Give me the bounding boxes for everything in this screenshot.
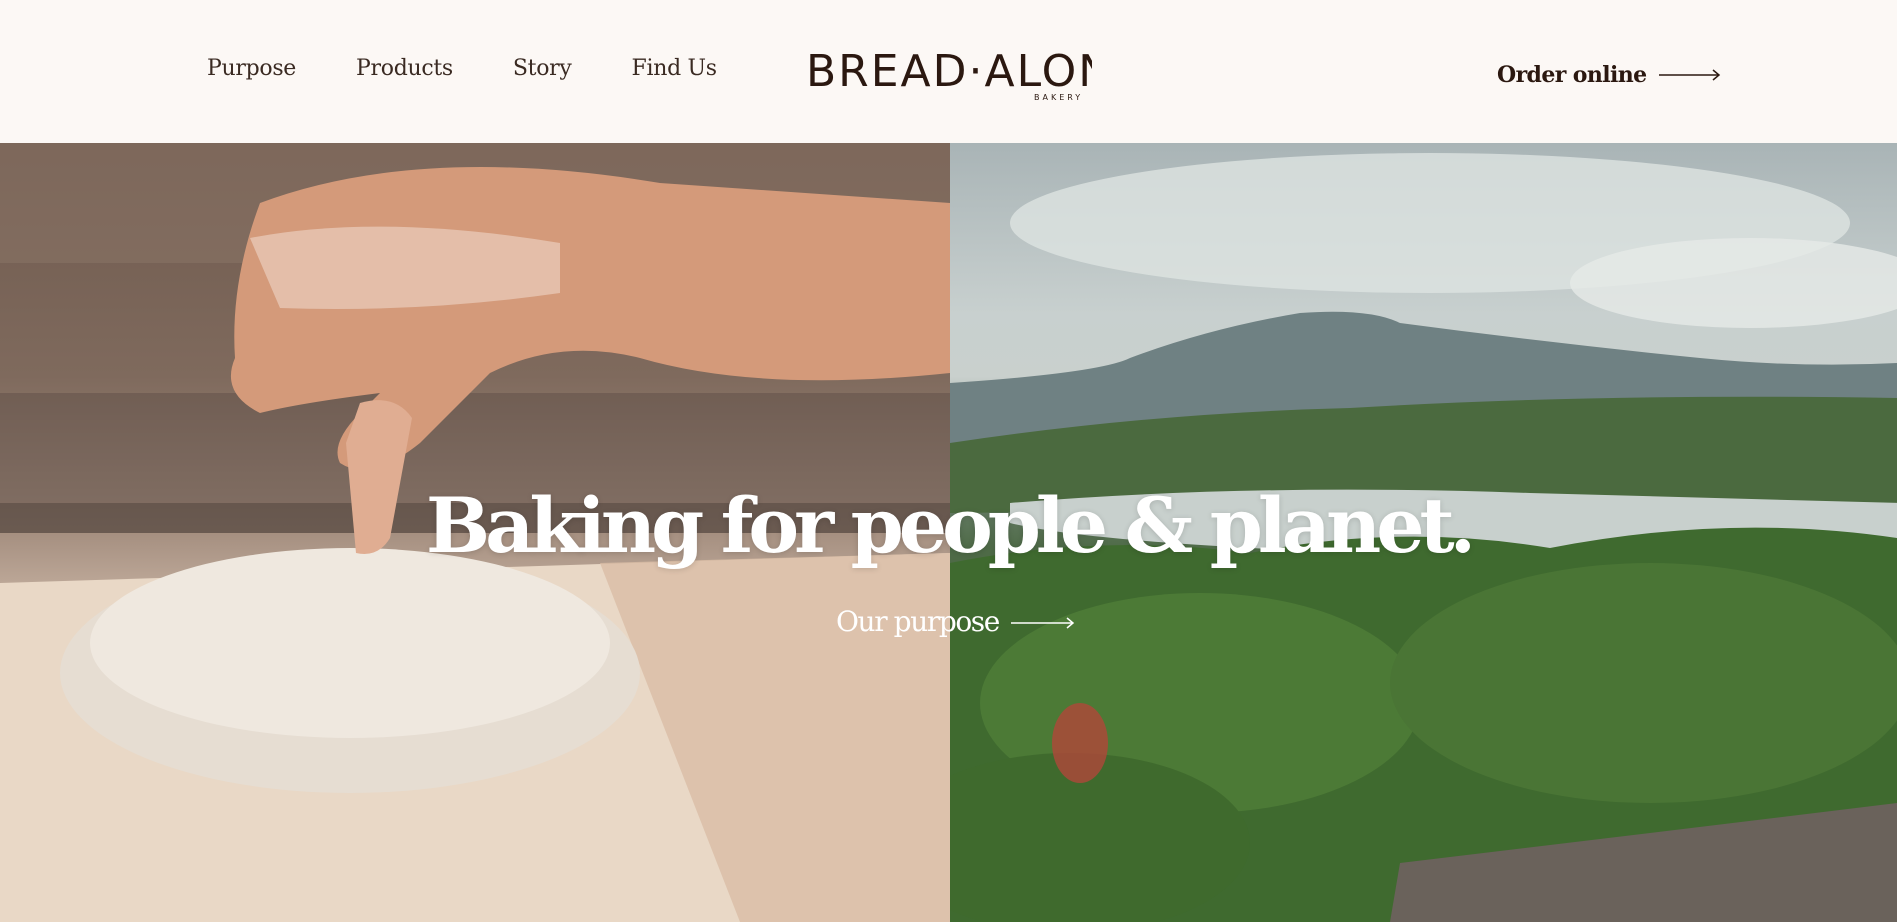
nav-item-purpose[interactable]: Purpose: [207, 56, 296, 81]
svg-text:BREAD·ALONE: BREAD·ALONE: [806, 46, 1092, 97]
arrow-right-icon: [1658, 66, 1721, 85]
logo-wordmark: BREAD·ALONE BAKERY: [806, 46, 1141, 102]
arrow-right-icon: [1010, 614, 1075, 633]
our-purpose-link[interactable]: Our purpose: [836, 605, 1075, 638]
hero-title: Baking for people & planet.: [425, 481, 1476, 570]
main-nav: Purpose Products Story Find Us: [207, 56, 777, 81]
order-online-link[interactable]: Order online: [1497, 62, 1721, 88]
nav-item-story[interactable]: Story: [513, 56, 572, 81]
site-header: Purpose Products Story Find Us BREAD·ALO…: [0, 0, 1897, 143]
svg-text:BAKERY: BAKERY: [1034, 93, 1083, 102]
nav-item-products[interactable]: Products: [356, 56, 453, 81]
bread-alone-logo[interactable]: BREAD·ALONE BAKERY: [806, 44, 1141, 104]
hero-section: Baking for people & planet. Our purpose: [0, 143, 1897, 922]
order-online-label: Order online: [1497, 62, 1647, 88]
our-purpose-label: Our purpose: [836, 605, 1000, 638]
nav-item-find-us[interactable]: Find Us: [632, 56, 718, 81]
